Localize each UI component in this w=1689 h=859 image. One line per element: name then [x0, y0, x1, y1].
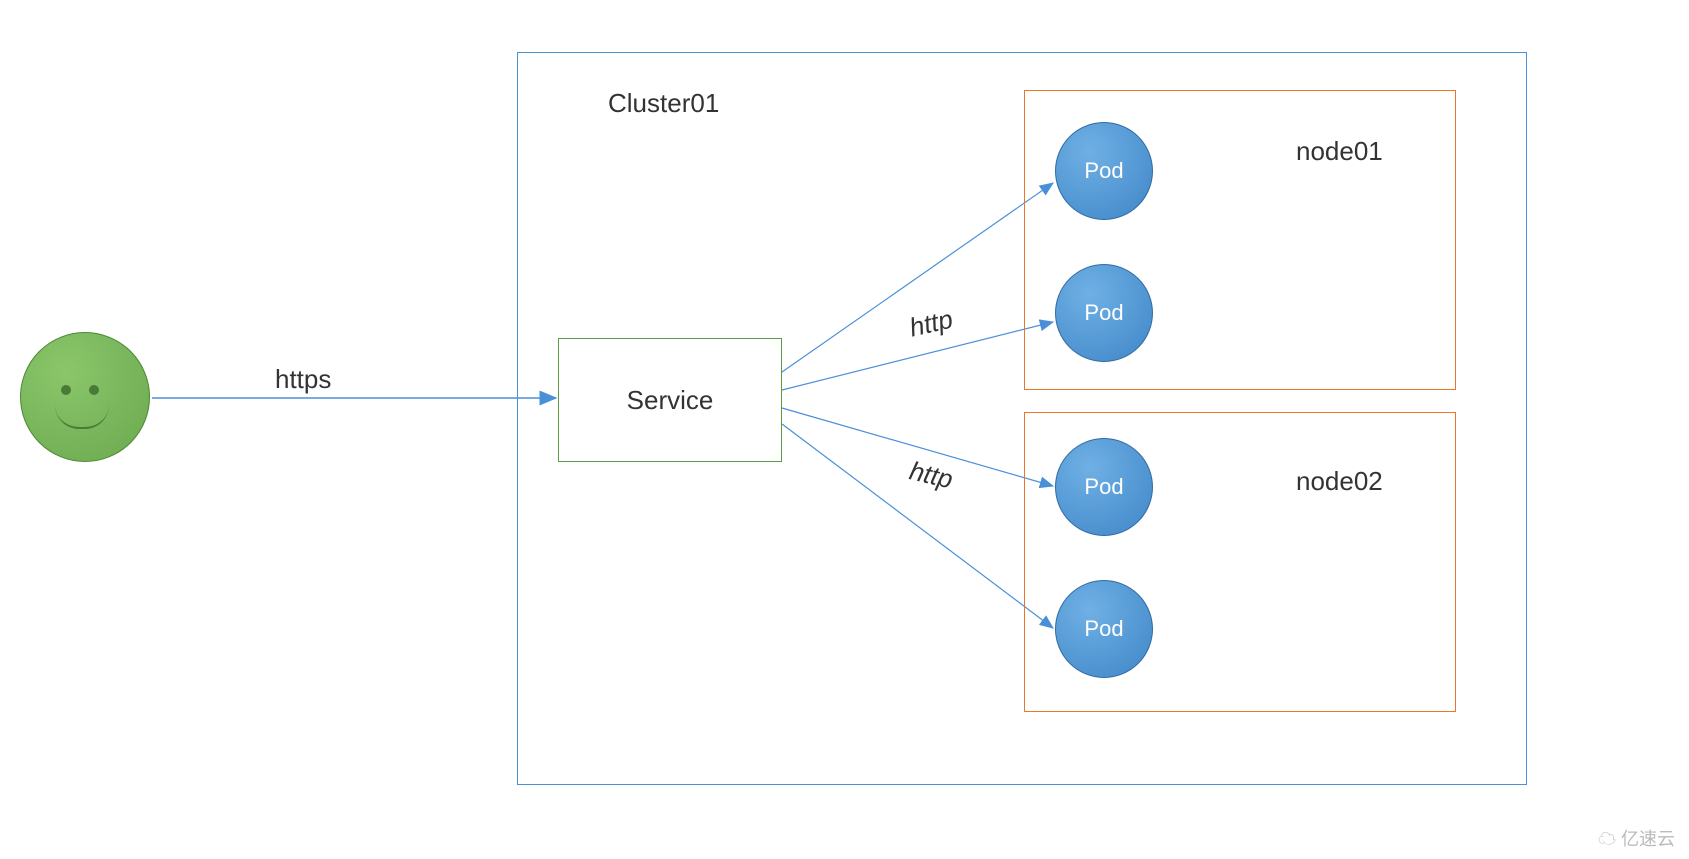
user-eye-right	[89, 385, 99, 395]
pod-label: Pod	[1084, 616, 1123, 642]
pod-label: Pod	[1084, 158, 1123, 184]
pod-label: Pod	[1084, 474, 1123, 500]
pod-node01-2: Pod	[1055, 264, 1153, 362]
user-mouth	[55, 405, 109, 429]
watermark: ☁ 亿速云	[1598, 825, 1675, 851]
node-label-node02: node02	[1296, 466, 1383, 497]
watermark-icon: ☁	[1598, 829, 1616, 849]
node-label-node01: node01	[1296, 136, 1383, 167]
edge-label-https: https	[275, 364, 331, 395]
pod-node02-1: Pod	[1055, 438, 1153, 536]
user-icon	[20, 332, 150, 462]
pod-node01-1: Pod	[1055, 122, 1153, 220]
user-eye-left	[61, 385, 71, 395]
service-label: Service	[627, 385, 714, 416]
pod-node02-2: Pod	[1055, 580, 1153, 678]
watermark-text: 亿速云	[1621, 829, 1675, 849]
service-box: Service	[558, 338, 782, 462]
cluster-label: Cluster01	[608, 88, 719, 119]
diagram-root: https Cluster01 Service node01 Pod Pod n…	[0, 0, 1689, 859]
pod-label: Pod	[1084, 300, 1123, 326]
